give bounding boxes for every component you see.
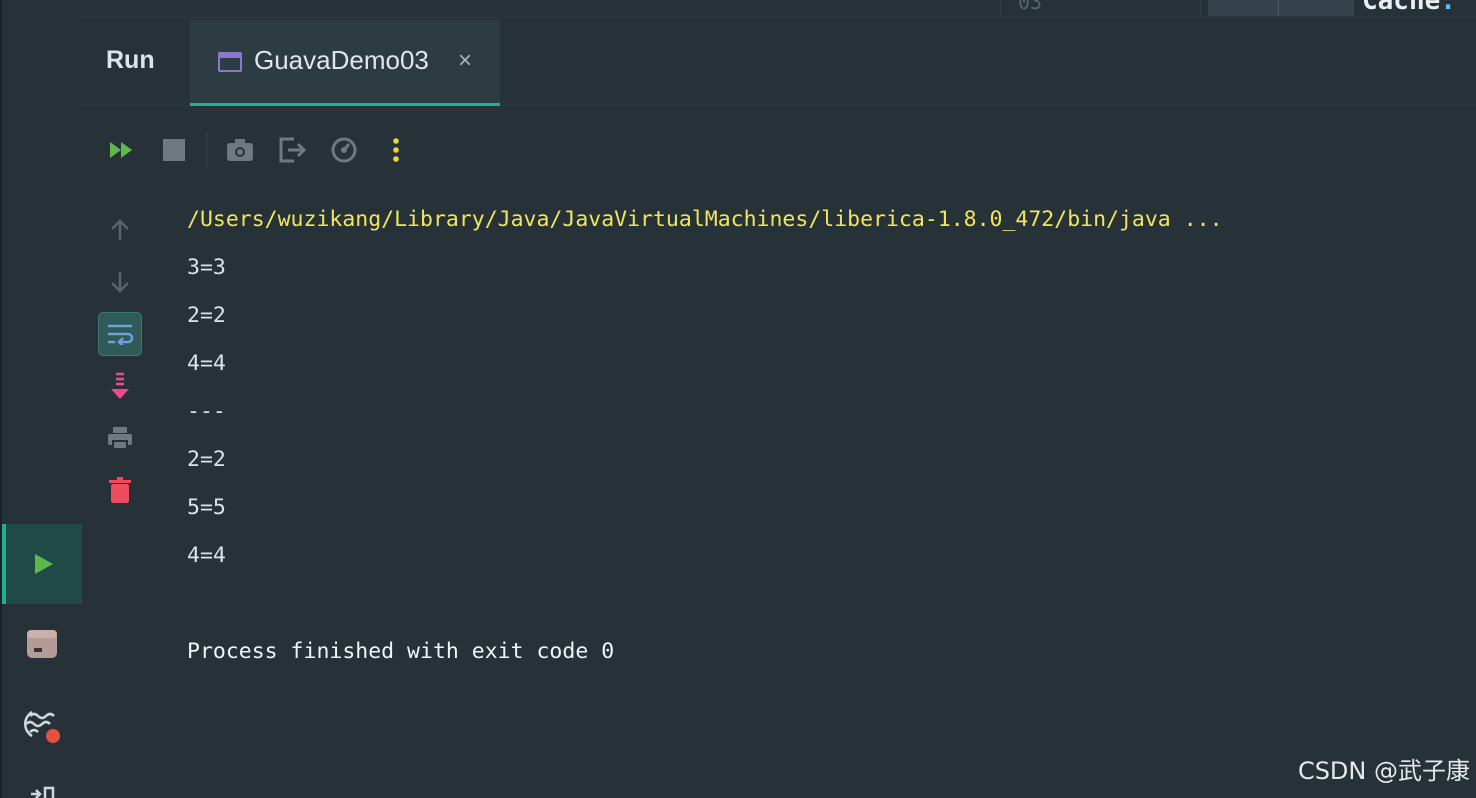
output-line: 5=5 [187, 495, 226, 520]
output-line: 2=2 [187, 303, 226, 328]
rerun-button[interactable] [102, 128, 142, 172]
run-toolbar [80, 128, 1476, 172]
tab-label: GuavaDemo03 [254, 45, 429, 75]
run-tool-button[interactable] [2, 524, 82, 604]
watermark: CSDN @武子康 [1297, 757, 1470, 785]
problems-tool-button[interactable] [2, 684, 82, 764]
arrow-down-icon [111, 272, 129, 293]
editor-top-strip: 03 Cache. [80, 0, 1476, 18]
soft-wrap-icon [108, 324, 134, 345]
terminal-tool-button[interactable] [2, 762, 82, 798]
rerun-icon [110, 142, 132, 158]
profiler-button[interactable] [324, 128, 364, 172]
exit-icon [279, 137, 306, 163]
previous-occurrence-button[interactable] [98, 208, 142, 252]
problems-icon [23, 710, 60, 743]
stop-button[interactable] [154, 128, 194, 172]
divider [1200, 0, 1201, 16]
clipped-text: 03 [1018, 0, 1043, 14]
soft-wrap-button[interactable] [98, 312, 142, 356]
close-icon[interactable]: × [458, 47, 472, 75]
profiler-icon [331, 137, 357, 163]
more-vertical-icon [393, 138, 399, 162]
toolbar-separator [206, 132, 207, 168]
tool-window-title: Run [106, 46, 155, 74]
print-icon [108, 427, 132, 450]
output-line: 4=4 [187, 351, 226, 376]
tab-guavademo03[interactable]: GuavaDemo03 × [190, 20, 500, 106]
run-tool-window-header: Run GuavaDemo03 × [80, 18, 1476, 106]
more-options-button[interactable] [376, 128, 416, 172]
terminal-icon [31, 786, 55, 798]
trash-icon [109, 477, 131, 503]
clear-all-button[interactable] [98, 468, 142, 512]
editor-tab-fragment [1208, 0, 1354, 16]
next-occurrence-button[interactable] [98, 260, 142, 304]
console-output[interactable]: /Users/wuzikang/Library/Java/JavaVirtual… [187, 200, 1456, 680]
clipped-code-text: Cache. [1362, 0, 1456, 16]
play-icon [35, 554, 53, 574]
exit-message: Process finished with exit code 0 [187, 639, 615, 664]
output-line: 4=4 [187, 543, 226, 568]
output-line: 2=2 [187, 447, 226, 472]
output-line: 3=3 [187, 255, 226, 280]
print-button[interactable] [98, 416, 142, 460]
scroll-to-end-icon [111, 372, 129, 399]
services-tool-button[interactable] [2, 604, 82, 684]
window-icon [218, 52, 242, 72]
arrow-up-icon [111, 219, 129, 240]
command-line: /Users/wuzikang/Library/Java/JavaVirtual… [187, 207, 1223, 232]
stop-icon [163, 139, 185, 161]
thread-dump-button[interactable] [220, 128, 260, 172]
divider [1000, 0, 1001, 16]
scroll-to-end-button[interactable] [98, 364, 142, 408]
tool-window-strip [0, 0, 82, 798]
exit-button[interactable] [272, 128, 312, 172]
camera-icon [227, 139, 253, 161]
services-icon [27, 630, 57, 658]
output-line: --- [187, 399, 226, 424]
